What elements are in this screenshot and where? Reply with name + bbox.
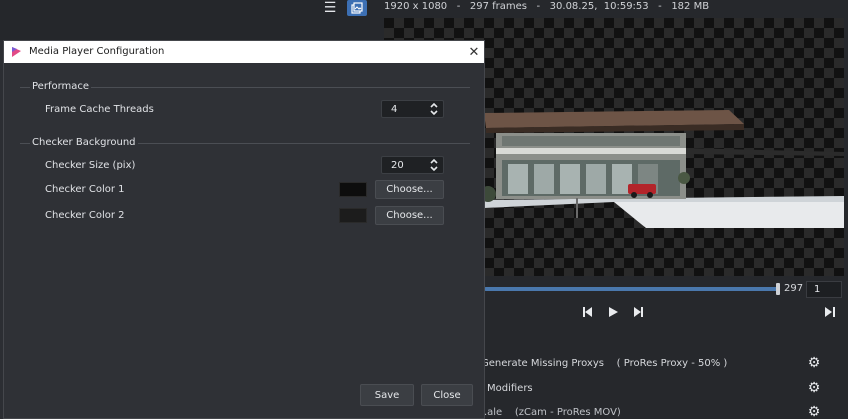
choose-color1-button[interactable]: Choose... (375, 180, 444, 199)
step-back-icon[interactable] (580, 304, 596, 320)
media-player-config-dialog: Media Player Configuration ✕ Performace … (3, 40, 485, 419)
checker-color1-label: Checker Color 1 (45, 184, 125, 195)
task-label-modifiers: Modifiers (487, 383, 533, 394)
gear-icon[interactable]: ⚙ (806, 380, 822, 396)
current-frame-field[interactable]: 1 (806, 281, 842, 298)
checker-color2-label: Checker Color 2 (45, 210, 125, 221)
media-info-bar: 1920 x 1080 - 297 frames - 30.08.25, 10:… (384, 1, 710, 12)
checker-size-value: 20 (391, 160, 404, 171)
checker-group-title: Checker Background (30, 137, 138, 148)
timeline-playhead[interactable] (776, 283, 780, 295)
close-button[interactable]: Close (421, 384, 473, 406)
spin-arrows-icon[interactable] (429, 102, 439, 116)
frame-cache-threads-label: Frame Cache Threads (45, 104, 154, 115)
skip-end-icon[interactable] (822, 304, 838, 320)
checker-color1-swatch (339, 182, 367, 197)
app-logo-icon (11, 46, 23, 58)
gallery-icon[interactable] (347, 0, 367, 16)
spin-arrows-icon[interactable] (429, 158, 439, 172)
menu-icon[interactable]: ☰ (320, 0, 340, 16)
left-panel-header (0, 0, 370, 40)
performance-group-title: Performace (30, 81, 92, 92)
step-forward-icon[interactable] (630, 304, 646, 320)
checker-size-spinbox[interactable]: 20 (381, 156, 444, 174)
task-label-proxies: Generate Missing Proxys ( ProRes Proxy -… (481, 358, 728, 369)
frame-cache-threads-value: 4 (391, 104, 398, 115)
play-icon[interactable] (605, 304, 621, 320)
checker-size-label: Checker Size (pix) (45, 160, 136, 171)
choose-color2-button[interactable]: Choose... (375, 206, 444, 225)
timeline-track[interactable] (484, 287, 778, 291)
frame-cache-threads-spinbox[interactable]: 4 (381, 100, 444, 118)
save-button[interactable]: Save (360, 384, 414, 406)
gear-icon[interactable]: ⚙ (806, 355, 822, 371)
gear-icon[interactable]: ⚙ (806, 404, 822, 419)
checker-color2-swatch (339, 208, 367, 223)
dialog-title: Media Player Configuration (29, 46, 165, 57)
frame-count: 297 (784, 283, 804, 294)
close-icon[interactable]: ✕ (466, 43, 482, 61)
dialog-titlebar[interactable]: Media Player Configuration ✕ (4, 41, 484, 63)
